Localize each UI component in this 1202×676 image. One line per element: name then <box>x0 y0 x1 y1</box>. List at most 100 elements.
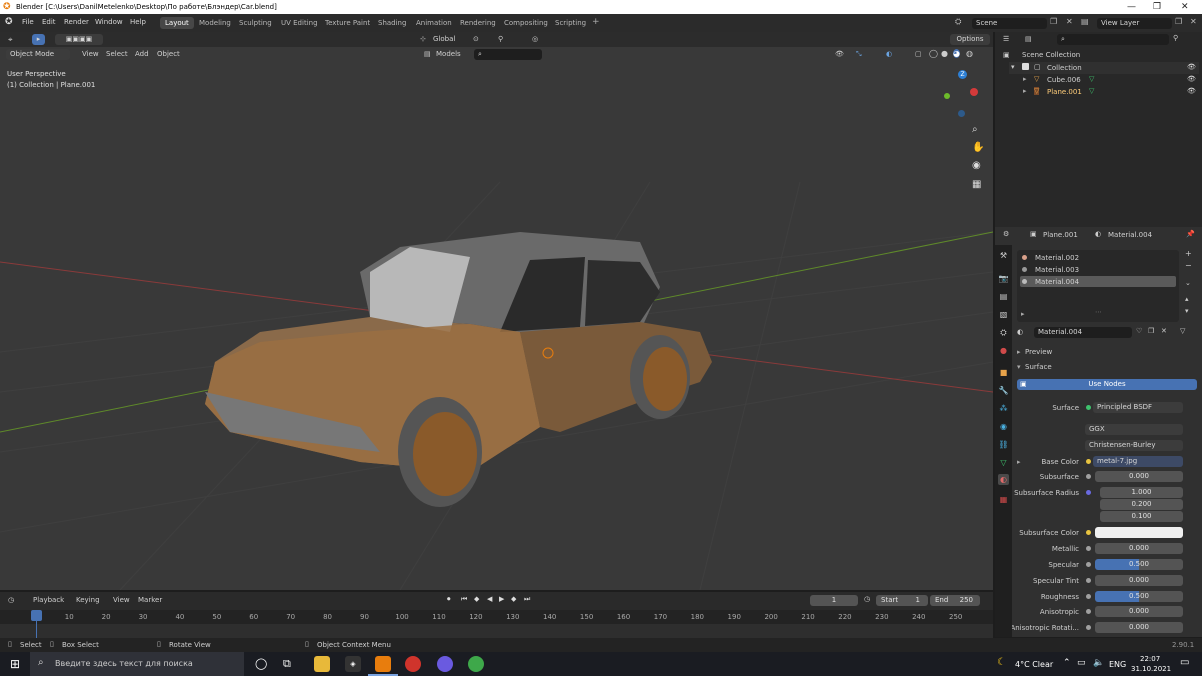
add-slot-icon[interactable]: + <box>1185 249 1192 258</box>
surface-panel-header[interactable]: Surface <box>1025 363 1052 371</box>
object-mode-dropdown[interactable]: Object Mode <box>6 49 70 60</box>
value-socket-dot[interactable] <box>1086 562 1091 567</box>
task-view-icon[interactable]: ⧉ <box>283 657 291 671</box>
jump-end-icon[interactable]: ⏭ <box>524 595 530 604</box>
timeline-editor-icon[interactable]: ◷ <box>8 596 14 604</box>
outliner-item-name[interactable]: Cube.006 <box>1047 76 1081 84</box>
frame-ruler[interactable]: 1102030405060708090100110120130140150160… <box>0 610 993 624</box>
3d-viewport[interactable]: User Perspective (1) Collection | Plane.… <box>0 32 993 590</box>
gizmo-x-axis[interactable] <box>970 88 978 96</box>
world-tab-icon[interactable]: ● <box>998 345 1009 356</box>
anisotropic-field[interactable]: 0.000 <box>1095 606 1183 617</box>
discord-icon[interactable] <box>437 656 453 672</box>
subsurface-color-swatch[interactable] <box>1095 527 1183 538</box>
texture-tab-icon[interactable]: ▦ <box>998 494 1009 505</box>
gizmo-z-axis[interactable]: Z <box>958 70 967 79</box>
menu-render[interactable]: Render <box>64 18 89 26</box>
editor-type-icon[interactable]: ⌖ <box>8 35 13 45</box>
value-socket-dot[interactable] <box>1086 546 1091 551</box>
menu-object[interactable]: Object <box>157 50 180 58</box>
play-reverse-icon[interactable]: ◀ <box>487 595 492 603</box>
clock-date[interactable]: 31.10.2021 <box>1131 665 1171 673</box>
move-up-icon[interactable]: ▴ <box>1185 295 1189 303</box>
record-icon[interactable]: ⏺ <box>447 595 451 604</box>
camera-icon[interactable]: ◉ <box>972 160 981 171</box>
list-item[interactable]: Material.003 <box>1020 264 1176 275</box>
overlay-toggle-icon[interactable]: ◐ <box>886 50 892 58</box>
scene-field[interactable]: Scene <box>972 18 1047 29</box>
shading-material-icon[interactable]: ◕ <box>953 49 960 58</box>
outliner-row-plane[interactable]: ▸ ▽ Plane.001 ▽ 👁 <box>1009 86 1199 98</box>
subsurface-radius-y[interactable]: 0.200 <box>1100 499 1183 510</box>
language-indicator[interactable]: ENG <box>1109 660 1126 669</box>
tab-shading[interactable]: Shading <box>373 17 411 29</box>
shading-wire-icon[interactable]: ◯ <box>929 49 938 58</box>
particles-tab-icon[interactable]: ⁂ <box>998 403 1009 414</box>
blender-taskbar-icon[interactable] <box>375 656 391 672</box>
color-socket-dot[interactable] <box>1086 459 1091 464</box>
scene-icon[interactable]: ⛭ <box>955 17 961 27</box>
view-layer-field[interactable]: View Layer <box>1097 18 1172 29</box>
maximize-icon[interactable]: ❐ <box>1153 2 1161 12</box>
menu-file[interactable]: File <box>22 18 34 26</box>
list-item[interactable]: Material.002 <box>1020 252 1176 263</box>
tab-sculpting[interactable]: Sculpting <box>234 17 277 29</box>
cortana-icon[interactable]: ◯ <box>255 657 267 670</box>
clock-icon[interactable]: ◷ <box>864 595 870 603</box>
output-tab-icon[interactable]: ▤ <box>998 291 1009 302</box>
menu-window[interactable]: Window <box>95 18 123 26</box>
end-frame-field[interactable]: End 250 <box>930 595 980 606</box>
collection-filter-icon[interactable]: ▤ <box>424 50 431 58</box>
preview-panel-header[interactable]: Preview <box>1025 348 1052 356</box>
value-socket-dot[interactable] <box>1086 609 1091 614</box>
outliner-row-collection[interactable]: ▾ ▢ Collection 👁 <box>1009 62 1199 74</box>
pan-hand-icon[interactable]: ✋ <box>972 142 984 153</box>
menu-select[interactable]: Select <box>106 50 128 58</box>
tool-tab-icon[interactable]: ⚒ <box>998 250 1009 261</box>
viewport-search-input[interactable]: ⌕ <box>474 49 542 60</box>
gizmo-y-axis[interactable] <box>944 93 950 99</box>
expand-icon[interactable]: ▸ <box>1023 75 1027 83</box>
eye-icon[interactable]: 👁 <box>1187 75 1196 83</box>
blender-menu-icon[interactable]: ✪ <box>5 17 13 27</box>
gizmo-toggle-icon[interactable]: ⤡ <box>856 50 862 59</box>
tab-layout[interactable]: Layout <box>160 17 194 29</box>
specular-tint-field[interactable]: 0.000 <box>1095 575 1183 586</box>
render-tab-icon[interactable]: 📷 <box>998 273 1009 284</box>
expand-icon[interactable]: ▸ <box>1021 310 1025 318</box>
prev-keyframe-icon[interactable]: ◆ <box>474 595 479 603</box>
anisotropic-rotation-field[interactable]: 0.000 <box>1095 622 1183 633</box>
filter-icon[interactable]: ⚲ <box>1173 34 1178 42</box>
material-tab-icon[interactable]: ◐ <box>998 474 1009 485</box>
collection-filter-dropdown[interactable]: Models <box>436 50 461 58</box>
resize-handle-icon[interactable]: ⋯ <box>1095 308 1102 316</box>
play-icon[interactable]: ▶ <box>499 595 504 603</box>
browse-material-icon[interactable]: ◐ <box>1017 328 1023 336</box>
menu-marker[interactable]: Marker <box>138 596 162 604</box>
mesh-data-icon[interactable]: ▽ <box>1089 87 1094 95</box>
specular-slider[interactable]: 0.500 <box>1095 559 1183 570</box>
menu-help[interactable]: Help <box>130 18 146 26</box>
taskbar-search-box[interactable]: ⌕ Введите здесь текст для поиска <box>30 652 244 676</box>
file-explorer-icon[interactable] <box>314 656 330 672</box>
start-frame-field[interactable]: Start 1 <box>876 595 928 606</box>
delete-view-layer-icon[interactable]: ✕ <box>1190 17 1197 26</box>
shader-socket-dot[interactable] <box>1086 405 1091 410</box>
subsurface-radius-x[interactable]: 1.000 <box>1100 487 1183 498</box>
tab-texture-paint[interactable]: Texture Paint <box>320 17 375 29</box>
volume-icon[interactable]: 🔈 <box>1093 658 1104 668</box>
pivot-icon[interactable]: ⊙ <box>473 35 479 43</box>
link-icon[interactable]: ▽ <box>1180 327 1185 335</box>
options-dropdown[interactable]: Options <box>950 34 990 45</box>
expand-icon[interactable]: ▸ <box>1023 87 1027 95</box>
surface-expand-icon[interactable]: ▾ <box>1017 363 1021 371</box>
windows-start-icon[interactable]: ⊞ <box>10 657 20 671</box>
zoom-icon[interactable]: ⌕ <box>972 124 978 135</box>
jump-start-icon[interactable]: ⏮ <box>461 595 467 604</box>
tab-uv-editing[interactable]: UV Editing <box>276 17 323 29</box>
physics-tab-icon[interactable]: ◉ <box>998 421 1009 432</box>
list-item[interactable]: Material.004 <box>1020 276 1176 287</box>
menu-view[interactable]: View <box>113 596 130 604</box>
duplicate-icon[interactable]: ❐ <box>1148 327 1154 335</box>
clock-time[interactable]: 22:07 <box>1140 655 1160 663</box>
